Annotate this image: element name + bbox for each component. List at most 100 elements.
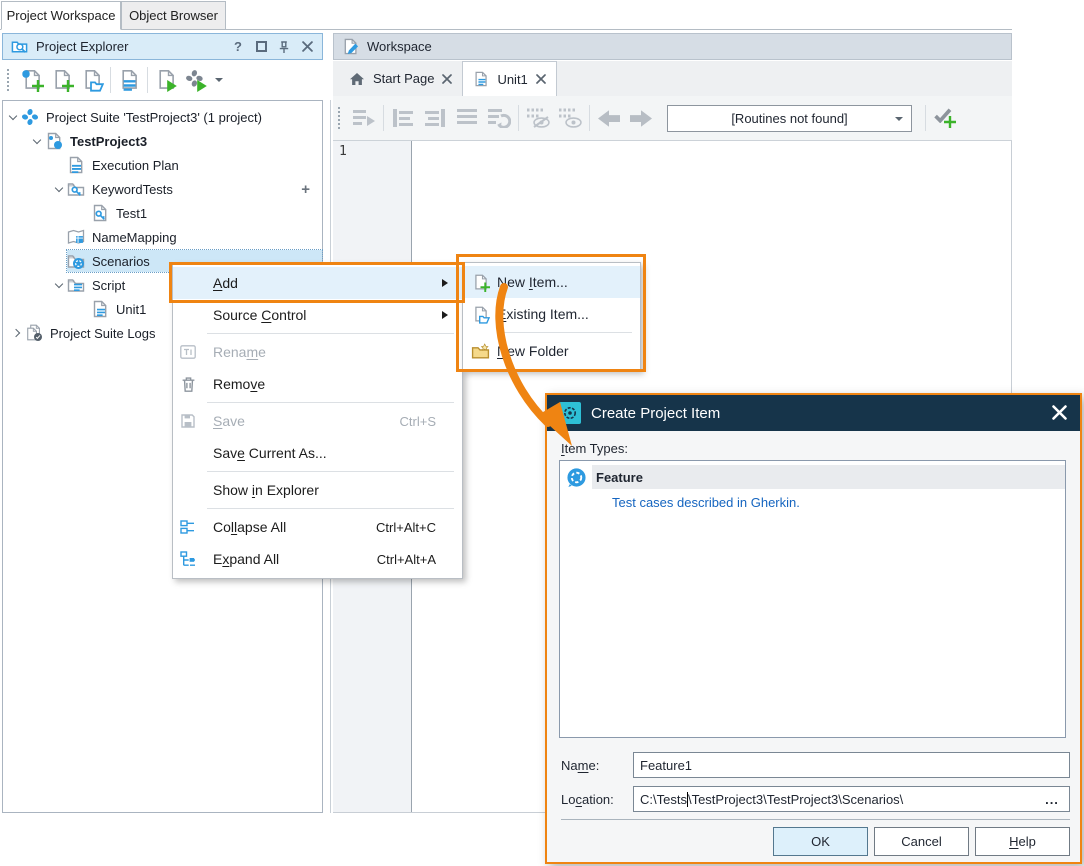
ok-button[interactable]: OK [773,827,868,856]
add-new-project-suite-button[interactable] [17,66,47,94]
close-icon[interactable] [536,74,546,84]
tree-item-label: Project Suite Logs [50,326,156,341]
workspace-icon [342,38,359,55]
tab-label: Object Browser [129,8,218,23]
project-explorer-icon [11,38,28,55]
help-icon[interactable]: ? [231,40,245,54]
name-label: Name: [561,758,599,773]
chevron-down-icon[interactable] [29,140,45,143]
submenu-arrow-icon [442,311,462,319]
location-input-value-before-caret: C:\Tests [640,792,687,807]
panel-title: Project Explorer [36,39,128,54]
tab-project-workspace[interactable]: Project Workspace [1,1,121,30]
navigate-forward-button[interactable] [625,103,657,133]
hide-special-symbols-button[interactable] [522,103,554,133]
toolbar-separator [925,105,926,131]
revert-format-button[interactable] [483,103,515,133]
location-label: Location: [561,792,614,807]
tab-object-browser[interactable]: Object Browser [121,1,226,30]
logs-icon [25,324,43,342]
add-keyword-test-button[interactable]: + [301,181,310,198]
menu-item-source-control[interactable]: Source Control [173,299,462,331]
existing-item-icon [463,305,497,324]
close-icon[interactable] [1052,405,1068,421]
run-project-suite-button[interactable] [181,66,211,94]
tree-item-project-suite[interactable]: Project Suite 'TestProject3' (1 project) [3,105,322,129]
script-folder-icon [67,276,85,294]
format-left-button[interactable] [387,103,419,133]
chevron-down-icon[interactable] [51,284,67,287]
format-right-button[interactable] [419,103,451,133]
browse-button[interactable]: ... [1039,790,1065,808]
pin-icon[interactable] [277,40,291,54]
expand-all-icon [173,551,203,567]
routines-dropdown[interactable]: [Routines not found] [667,105,912,132]
tree-item-testproject3[interactable]: TestProject3 [3,129,322,153]
submenu-item-new-folder[interactable]: New Folder [463,335,640,367]
workspace-header: Workspace [333,33,1012,60]
help-button[interactable]: Help [975,827,1070,856]
menu-item-expand-all[interactable]: Expand All Ctrl+Alt+A [173,543,462,575]
show-special-symbols-button[interactable] [554,103,586,133]
cancel-button[interactable]: Cancel [874,827,969,856]
submenu-item-new-item[interactable]: New Item... [463,266,640,298]
document-icon [473,71,489,87]
run-more-dropdown-icon[interactable] [215,78,223,82]
maximize-icon[interactable] [254,40,268,54]
menu-item-remove[interactable]: Remove [173,368,462,400]
project-explorer-toolbar [2,61,323,98]
menu-item-save[interactable]: Save Ctrl+S [173,405,462,437]
run-project-button[interactable] [151,66,181,94]
item-types-list[interactable]: Feature Test cases described in Gherkin. [559,460,1066,738]
location-input[interactable]: C:\Tests\TestProject3\TestProject3\Scena… [633,786,1070,812]
run-routine-button[interactable] [348,103,380,133]
keyword-tests-folder-icon [67,180,85,198]
menu-item-collapse-all[interactable]: Collapse All Ctrl+Alt+C [173,511,462,543]
chevron-right-icon[interactable] [9,330,25,336]
format-document-button[interactable] [451,103,483,133]
menu-item-add[interactable]: Add [173,267,462,299]
menu-item-rename[interactable]: Rename [173,336,462,368]
tree-item-label: Scenarios [92,254,150,269]
open-existing-button[interactable] [77,66,107,94]
organize-tests-button[interactable] [114,66,144,94]
menu-item-show-in-explorer[interactable]: Show in Explorer [173,474,462,506]
tree-item-namemapping[interactable]: NameMapping [3,225,322,249]
tree-item-keywordtests[interactable]: KeywordTests + [3,177,322,201]
close-icon[interactable] [300,40,314,54]
tree-item-test1[interactable]: Test1 [3,201,322,225]
toolbar-separator [589,105,590,131]
name-input[interactable]: Feature1 [633,752,1070,778]
add-new-project-button[interactable] [47,66,77,94]
feature-item-row[interactable]: Feature [592,465,1065,489]
feature-item-description: Test cases described in Gherkin. [612,495,800,510]
add-check-button[interactable] [929,103,961,133]
tab-start-page[interactable]: Start Page [339,61,462,96]
dialog-buttons: OK Cancel Help [773,827,1070,856]
toolbar-grip[interactable] [338,107,342,129]
scenarios-folder-icon [67,252,85,270]
chevron-down-icon[interactable] [5,116,21,119]
execution-plan-icon [67,156,85,174]
panel-title: Workspace [367,39,432,54]
collapse-all-icon [173,519,203,535]
submenu-item-existing-item[interactable]: Existing Item... [463,298,640,330]
close-icon[interactable] [442,74,452,84]
toolbar-separator [147,67,148,93]
menu-item-save-current-as[interactable]: Save Current As... [173,437,462,469]
tree-item-execution-plan[interactable]: Execution Plan [3,153,322,177]
chevron-down-icon[interactable] [51,188,67,191]
toolbar-separator [518,105,519,131]
tree-item-label: KeywordTests [92,182,173,197]
project-suite-icon [21,108,39,126]
item-types-label: Item Types: [561,441,628,456]
tab-label: Start Page [373,71,434,86]
chevron-down-icon [895,117,903,121]
dialog-title-bar[interactable]: Create Project Item [547,395,1080,431]
tree-item-label: Script [92,278,125,293]
navigate-back-button[interactable] [593,103,625,133]
tab-unit1[interactable]: Unit1 [462,61,556,96]
menu-separator [207,402,454,403]
toolbar-grip[interactable] [7,69,11,91]
home-icon [349,72,365,86]
